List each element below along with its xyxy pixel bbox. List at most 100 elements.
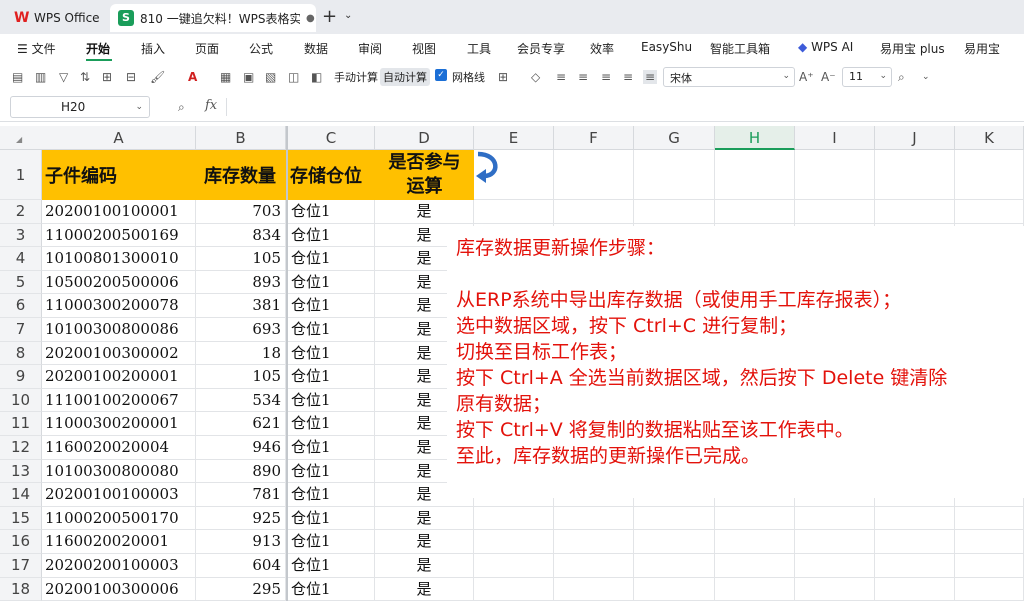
cell-location[interactable]: 仓位1 <box>288 412 375 436</box>
menu-file[interactable]: ☰ 文件 <box>17 40 56 57</box>
filter-icon[interactable]: ▽ <box>59 70 68 84</box>
menu-easyshu[interactable]: EasyShu <box>641 40 692 54</box>
empty-cell[interactable] <box>955 506 1024 531</box>
curved-arrow-icon[interactable] <box>474 151 502 185</box>
cell-location[interactable]: 仓位1 <box>288 436 375 460</box>
select-icon[interactable]: ◫ <box>288 70 299 84</box>
copy-format-icon[interactable]: ▤ <box>12 70 23 84</box>
empty-cell[interactable] <box>955 150 1024 200</box>
cell-part-code[interactable]: 11000300200078 <box>42 294 196 318</box>
row-header[interactable]: 14 <box>0 483 42 507</box>
row-header[interactable]: 9 <box>0 365 42 389</box>
cell-stock-qty[interactable]: 534 <box>196 388 286 413</box>
menu-view[interactable]: 视图 <box>412 40 436 57</box>
empty-cell[interactable] <box>634 150 715 200</box>
header-cell-stock-qty[interactable]: 库存数量 <box>196 150 286 200</box>
gridlines-label[interactable]: 网格线 <box>449 68 488 86</box>
row-header[interactable]: 16 <box>0 530 42 554</box>
cell-participate[interactable]: 是 <box>375 554 474 578</box>
cell-location[interactable]: 仓位1 <box>288 223 375 248</box>
empty-cell[interactable] <box>634 577 715 601</box>
cell-location[interactable]: 仓位1 <box>288 483 375 507</box>
freeze-pane-divider[interactable] <box>286 126 288 601</box>
cell-part-code[interactable]: 20200100100003 <box>42 483 196 507</box>
name-box[interactable]: H20 ⌄ <box>10 96 150 118</box>
row-header[interactable]: 2 <box>0 200 42 224</box>
manual-calc-button[interactable]: 手动计算 <box>331 68 381 86</box>
row-header[interactable]: 11 <box>0 412 42 436</box>
clear-format-icon[interactable]: ◇ <box>531 70 540 84</box>
search-icon[interactable]: ⌕ <box>178 100 185 115</box>
empty-cell[interactable] <box>715 150 795 200</box>
row-header[interactable]: 12 <box>0 436 42 460</box>
empty-cell[interactable] <box>474 506 554 531</box>
cell-stock-qty[interactable]: 105 <box>196 247 286 271</box>
row-header[interactable]: 13 <box>0 459 42 484</box>
cell-location[interactable]: 仓位1 <box>288 294 375 318</box>
menu-formula[interactable]: 公式 <box>249 40 273 57</box>
more-chevron-icon[interactable]: ⌄ <box>922 72 930 82</box>
cell-part-code[interactable]: 11100100200067 <box>42 388 196 413</box>
font-name-select[interactable]: 宋体 ⌄ <box>663 67 795 87</box>
empty-cell[interactable] <box>554 554 634 578</box>
row-header[interactable]: 4 <box>0 247 42 271</box>
column-header-h[interactable]: H <box>715 126 795 150</box>
cell-stock-qty[interactable]: 913 <box>196 530 286 554</box>
auto-calc-button[interactable]: 自动计算 <box>380 68 430 86</box>
table-style-icon[interactable]: ▣ <box>243 70 254 84</box>
empty-cell[interactable] <box>474 530 554 554</box>
row-header[interactable]: 6 <box>0 294 42 318</box>
layout-grid-icon[interactable]: ⊞ <box>498 70 508 84</box>
align-left-icon[interactable]: ≡ <box>578 70 588 84</box>
cell-location[interactable]: 仓位1 <box>288 388 375 413</box>
cell-stock-qty[interactable]: 703 <box>196 200 286 224</box>
menu-yiyongbao-plus[interactable]: 易用宝 plus <box>880 40 945 57</box>
empty-cell[interactable] <box>955 554 1024 578</box>
empty-cell[interactable] <box>474 200 554 224</box>
function-icon[interactable]: fx <box>205 98 217 113</box>
cell-location[interactable]: 仓位1 <box>288 506 375 531</box>
empty-cell[interactable] <box>554 530 634 554</box>
cell-stock-qty[interactable]: 621 <box>196 412 286 436</box>
gridlines-checkbox[interactable]: ✓ <box>435 69 447 81</box>
new-tab-button[interactable]: + <box>322 6 337 27</box>
cell-stock-qty[interactable]: 604 <box>196 554 286 578</box>
cell-part-code[interactable]: 11000300200001 <box>42 412 196 436</box>
cell-location[interactable]: 仓位1 <box>288 341 375 366</box>
menu-insert[interactable]: 插入 <box>141 40 165 57</box>
cell-stock-qty[interactable]: 295 <box>196 577 286 601</box>
empty-cell[interactable] <box>715 200 795 224</box>
column-header-a[interactable]: A <box>42 126 196 150</box>
empty-cell[interactable] <box>795 577 875 601</box>
menu-member[interactable]: 会员专享 <box>517 40 565 57</box>
column-header-c[interactable]: C <box>288 126 375 150</box>
merge-cells-icon[interactable]: ⊟ <box>126 70 136 84</box>
cell-stock-qty[interactable]: 834 <box>196 223 286 248</box>
find-icon[interactable]: ⌕ <box>898 70 905 85</box>
unsaved-dot-icon[interactable]: ● <box>306 13 315 24</box>
cell-participate[interactable]: 是 <box>375 506 474 531</box>
cell-part-code[interactable]: 20200100300006 <box>42 577 196 601</box>
row-header[interactable]: 3 <box>0 223 42 248</box>
sort-icon[interactable]: ⇅ <box>80 70 90 84</box>
empty-cell[interactable] <box>955 530 1024 554</box>
tab-wps-home[interactable]: W WPS Office <box>8 4 104 32</box>
row-header[interactable]: 8 <box>0 341 42 366</box>
cell-part-code[interactable]: 11000200500169 <box>42 223 196 248</box>
cell-location[interactable]: 仓位1 <box>288 247 375 271</box>
header-cell-location[interactable]: 存储仓位 <box>288 150 375 200</box>
empty-cell[interactable] <box>795 506 875 531</box>
cell-part-code[interactable]: 10100300800080 <box>42 459 196 484</box>
row-header[interactable]: 18 <box>0 577 42 601</box>
menu-yiyongbao[interactable]: 易用宝 <box>964 40 1000 57</box>
empty-cell[interactable] <box>715 530 795 554</box>
empty-cell[interactable] <box>875 577 955 601</box>
cell-part-code[interactable]: 10100300800086 <box>42 318 196 342</box>
row-header[interactable]: 17 <box>0 554 42 578</box>
cell-stock-qty[interactable]: 381 <box>196 294 286 318</box>
select-all-corner[interactable]: ◢ <box>0 126 42 150</box>
cell-part-code[interactable]: 10100801300010 <box>42 247 196 271</box>
menu-home[interactable]: 开始 <box>86 40 110 57</box>
empty-cell[interactable] <box>875 530 955 554</box>
align-center-icon[interactable]: ≡ <box>601 70 611 84</box>
